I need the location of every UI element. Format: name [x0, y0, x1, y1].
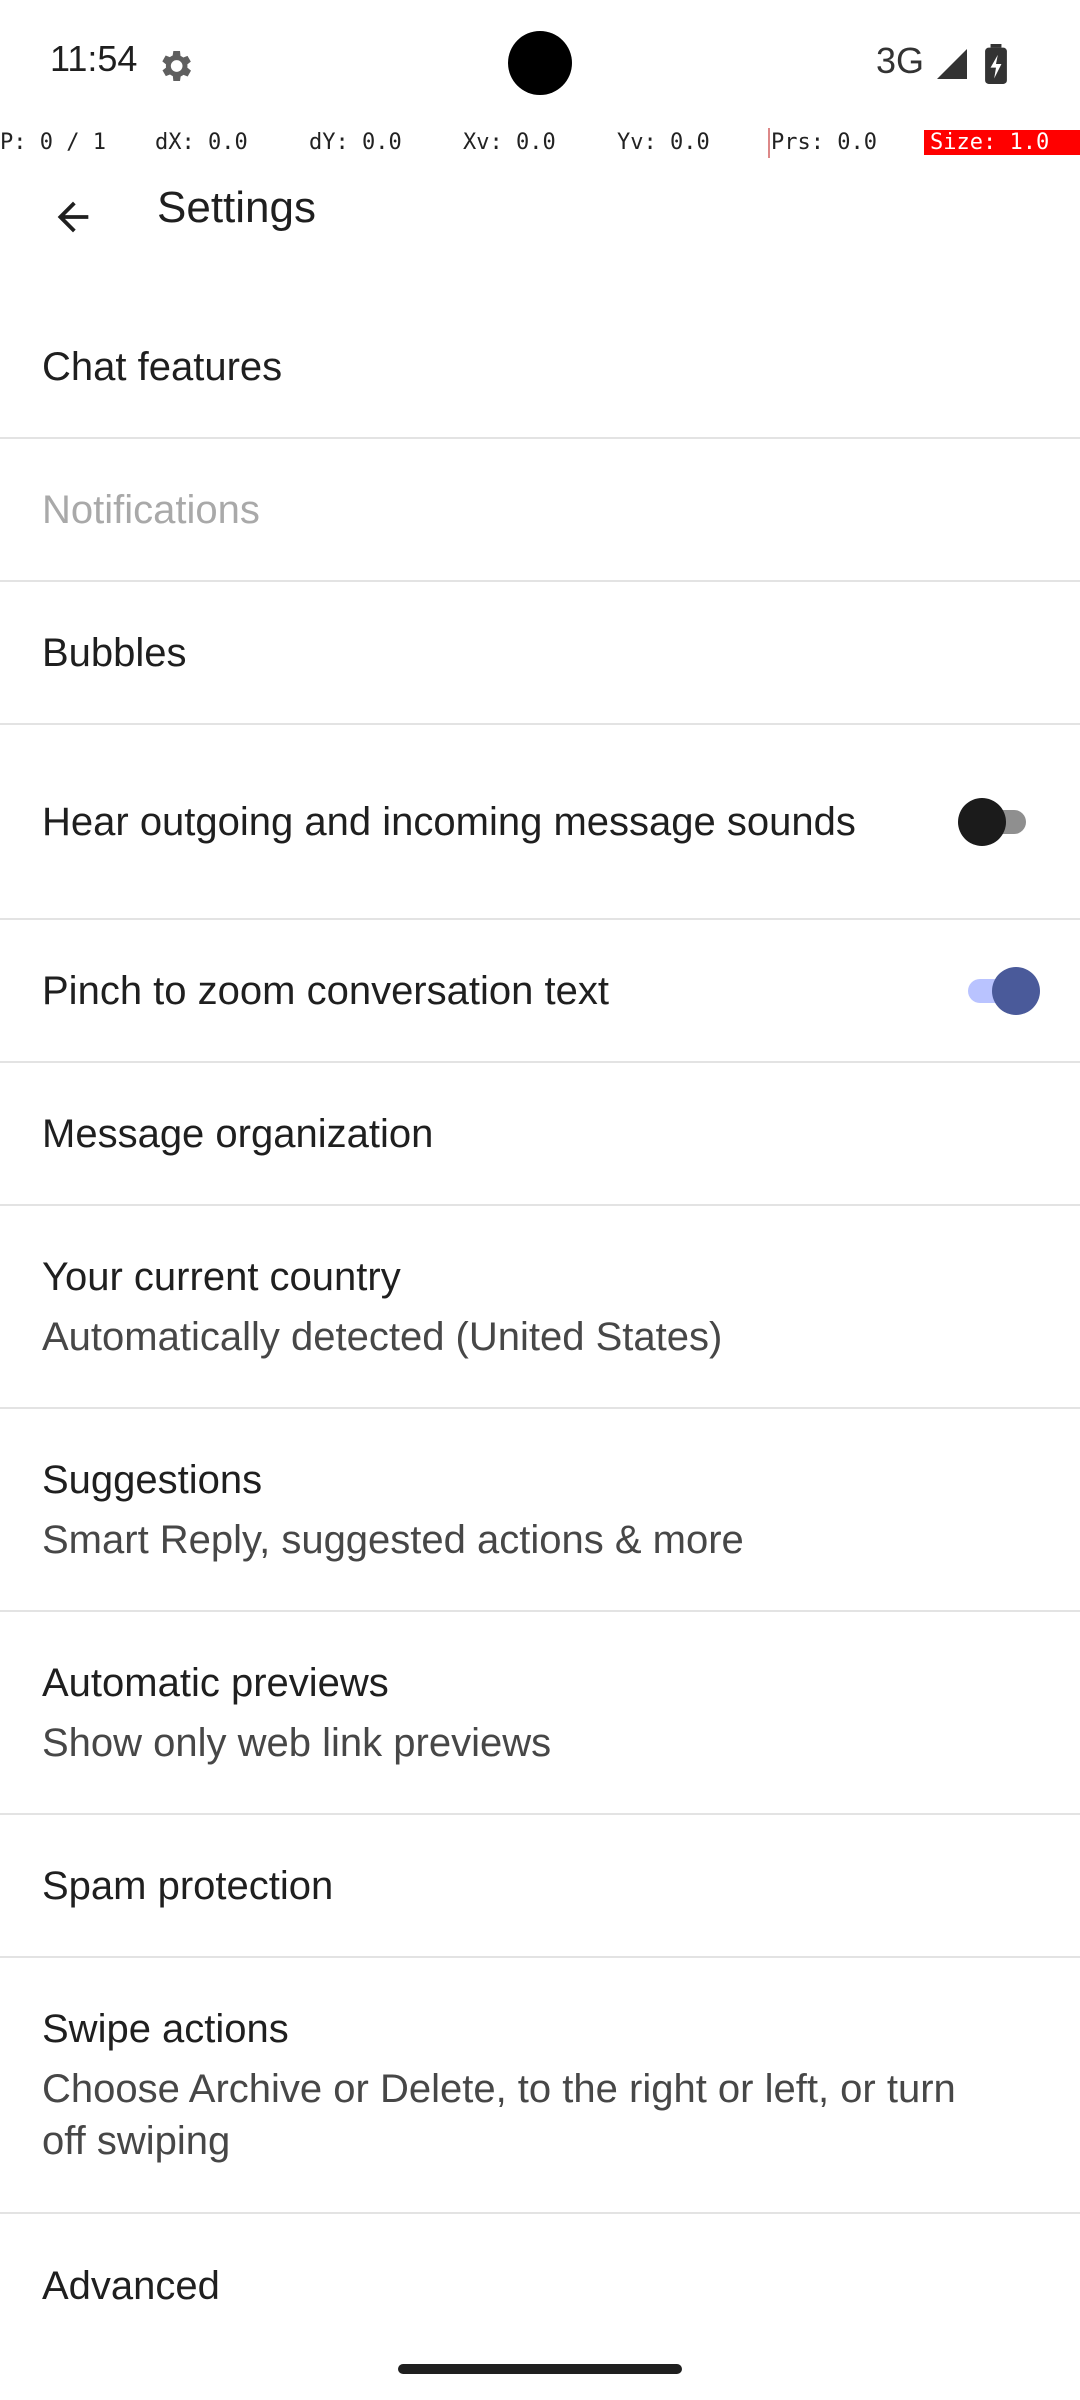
setting-title: Notifications: [42, 487, 260, 532]
page-title: Settings: [157, 183, 316, 232]
app-bar: Settings: [0, 158, 1080, 268]
setting-summary: Choose Archive or Delete, to the right o…: [42, 2067, 956, 2163]
setting-swipe-actions[interactable]: Swipe actions Choose Archive or Delete, …: [0, 1958, 1080, 2214]
message-sounds-switch[interactable]: [958, 797, 1028, 846]
overlay-divider: [768, 128, 770, 158]
setting-suggestions[interactable]: Suggestions Smart Reply, suggested actio…: [0, 1409, 1080, 1612]
status-time: 11:54: [50, 38, 138, 79]
setting-message-organization[interactable]: Message organization: [0, 1063, 1080, 1206]
back-button[interactable]: [34, 178, 112, 256]
setting-title: Hear outgoing and incoming message sound…: [42, 799, 856, 844]
setting-title: Swipe actions: [42, 2007, 289, 2051]
gesture-nav-handle[interactable]: [398, 2364, 682, 2374]
settings-list: Chat features Notifications Bubbles Hear…: [0, 296, 1080, 2357]
status-bar: 11:54 3G: [0, 0, 1080, 128]
overlay-pointer-count: P: 0 / 1: [0, 130, 106, 155]
overlay-size: Size: 1.0: [924, 130, 1080, 155]
setting-title: Spam protection: [42, 1863, 334, 1908]
setting-title: Bubbles: [42, 630, 187, 675]
setting-title: Chat features: [42, 344, 283, 389]
setting-title: Advanced: [42, 2263, 220, 2308]
overlay-yv: Yv: 0.0: [617, 130, 710, 155]
camera-cutout: [508, 31, 572, 95]
battery-icon: [985, 44, 1007, 84]
setting-summary: Show only web link previews: [42, 1720, 552, 1765]
setting-spam-protection[interactable]: Spam protection: [0, 1815, 1080, 1958]
setting-notifications: Notifications: [0, 439, 1080, 582]
setting-title: Message organization: [42, 1111, 434, 1156]
setting-title: Suggestions: [42, 1457, 263, 1502]
overlay-pressure: Prs: 0.0: [771, 130, 877, 155]
network-type: 3G: [876, 40, 925, 81]
overlay-dx: dX: 0.0: [155, 130, 248, 155]
switch-thumb: [992, 966, 1040, 1015]
signal-icon: [937, 49, 967, 79]
setting-pinch-to-zoom[interactable]: Pinch to zoom conversation text: [0, 920, 1080, 1063]
setting-title: Automatic previews: [42, 1660, 389, 1705]
setting-automatic-previews[interactable]: Automatic previews Show only web link pr…: [0, 1612, 1080, 1815]
overlay-xv: Xv: 0.0: [463, 130, 556, 155]
setting-summary: Smart Reply, suggested actions & more: [42, 1517, 744, 1562]
pointer-location-overlay: P: 0 / 1 dX: 0.0 dY: 0.0 Xv: 0.0 Yv: 0.0…: [0, 128, 1080, 158]
setting-advanced[interactable]: Advanced: [0, 2214, 1080, 2357]
setting-text: Pinch to zoom conversation text: [42, 965, 862, 1017]
setting-current-country[interactable]: Your current country Automatically detec…: [0, 1206, 1080, 1409]
setting-title: Your current country: [42, 1254, 401, 1299]
setting-bubbles[interactable]: Bubbles: [0, 582, 1080, 725]
setting-title: Pinch to zoom conversation text: [42, 968, 609, 1013]
setting-chat-features[interactable]: Chat features: [0, 296, 1080, 439]
setting-summary: Automatically detected (United States): [42, 1314, 723, 1359]
setting-message-sounds[interactable]: Hear outgoing and incoming message sound…: [0, 725, 1080, 920]
arrow-back-icon: [57, 201, 89, 233]
switch-thumb: [958, 797, 1006, 846]
setting-text: Hear outgoing and incoming message sound…: [42, 796, 862, 848]
pinch-to-zoom-switch[interactable]: [962, 966, 1040, 1015]
gear-icon: [162, 51, 191, 81]
overlay-dy: dY: 0.0: [309, 130, 402, 155]
